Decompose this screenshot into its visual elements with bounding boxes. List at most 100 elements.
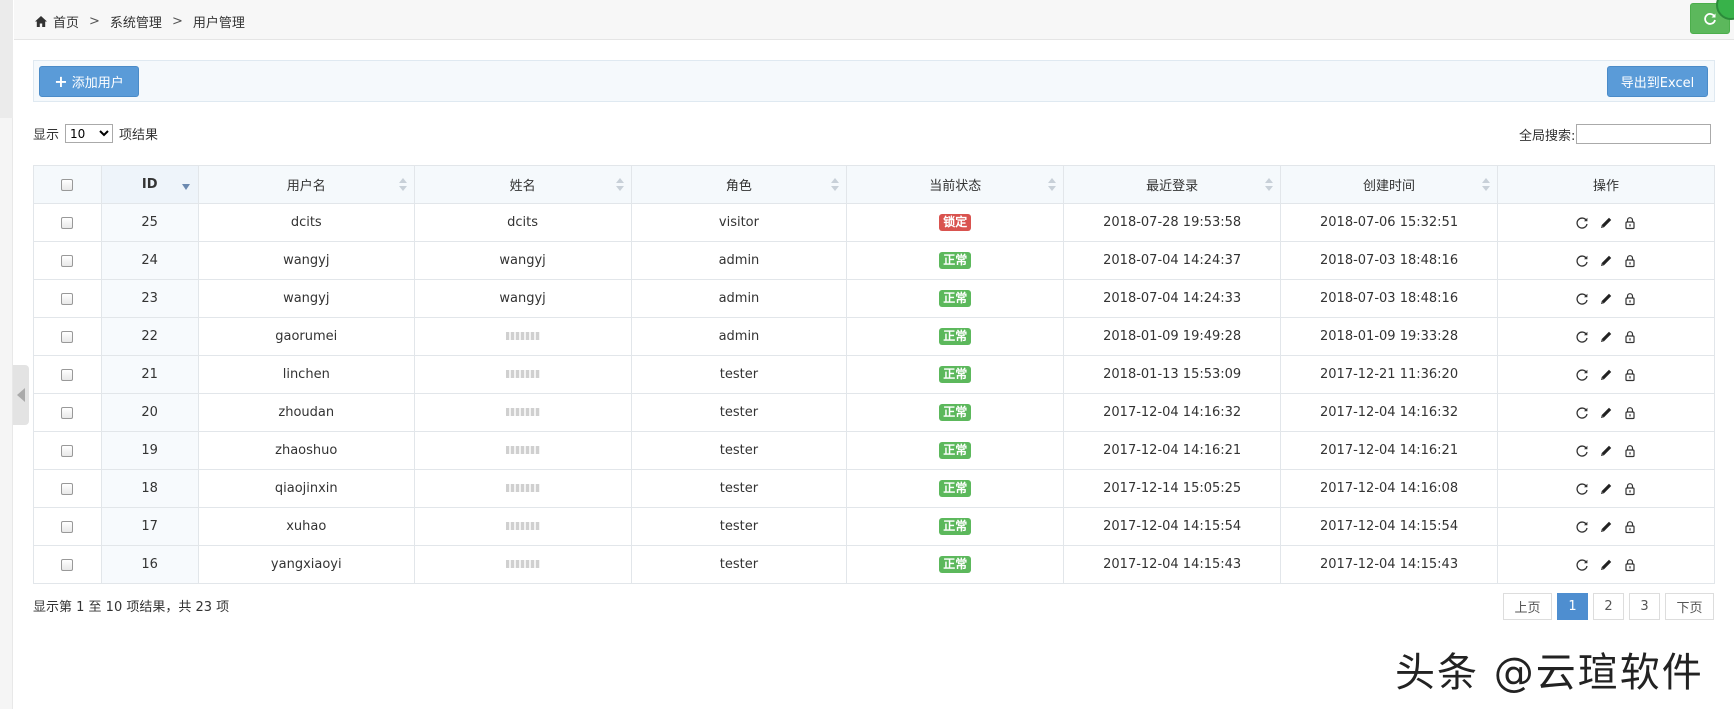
pencil-icon[interactable] xyxy=(1598,481,1614,497)
sort-icon xyxy=(398,178,407,192)
prev-page-button[interactable]: 上页 xyxy=(1503,593,1552,620)
row-checkbox[interactable] xyxy=(61,406,74,419)
created-cell: 2017-12-21 11:36:20 xyxy=(1280,355,1498,394)
column-header-name[interactable]: 姓名 xyxy=(413,165,632,204)
row-actions xyxy=(1498,367,1714,383)
select-all-header xyxy=(33,165,102,204)
search-input[interactable] xyxy=(1576,124,1712,144)
last-login-cell: 2017-12-04 14:16:32 xyxy=(1063,393,1282,432)
reset-icon[interactable] xyxy=(1574,519,1590,535)
pencil-icon[interactable] xyxy=(1598,291,1614,307)
lock-icon[interactable] xyxy=(1622,253,1638,269)
id-cell: 24 xyxy=(100,241,199,280)
column-header-id[interactable]: ID xyxy=(100,165,199,204)
table-row[interactable]: 16 yangxiaoyi tester 正常 2017-12-04 14:15:43 2… xyxy=(33,545,1715,584)
page-button[interactable]: 1 xyxy=(1557,593,1588,620)
username-cell: xuhao xyxy=(197,507,415,546)
actions-cell xyxy=(1497,507,1715,546)
row-actions xyxy=(1498,443,1714,459)
pencil-icon[interactable] xyxy=(1598,215,1614,231)
role-cell: visitor xyxy=(630,203,848,242)
reset-icon[interactable] xyxy=(1574,481,1590,497)
page-length-select[interactable]: 10 xyxy=(65,124,114,143)
lock-icon[interactable] xyxy=(1622,291,1638,307)
plus-icon: + xyxy=(54,72,68,91)
export-excel-button[interactable]: 导出到Excel xyxy=(1607,66,1708,97)
row-checkbox[interactable] xyxy=(61,216,74,229)
reset-icon[interactable] xyxy=(1574,557,1590,573)
reset-icon[interactable] xyxy=(1574,253,1590,269)
reset-icon[interactable] xyxy=(1574,291,1590,307)
page-button[interactable]: 2 xyxy=(1593,593,1624,620)
lock-icon[interactable] xyxy=(1622,481,1638,497)
pencil-icon[interactable] xyxy=(1598,443,1614,459)
name-cell xyxy=(413,431,632,470)
breadcrumb-system[interactable]: 系统管理 xyxy=(110,12,162,31)
column-header-created[interactable]: 创建时间 xyxy=(1280,165,1498,204)
role-cell: tester xyxy=(630,545,848,584)
table-row[interactable]: 17 xuhao tester 正常 2017-12-04 14:15:54 2017-1… xyxy=(33,507,1715,546)
id-cell: 25 xyxy=(100,203,199,242)
next-page-button[interactable]: 下页 xyxy=(1665,593,1714,620)
global-search: 全局搜索: xyxy=(1519,124,1712,144)
lock-icon[interactable] xyxy=(1622,443,1638,459)
table-row[interactable]: 20 zhoudan tester 正常 2017-12-04 14:16:32 2017… xyxy=(33,393,1715,432)
row-checkbox[interactable] xyxy=(61,292,74,305)
row-checkbox[interactable] xyxy=(61,254,74,267)
pencil-icon[interactable] xyxy=(1598,329,1614,345)
column-header-last-login[interactable]: 最近登录 xyxy=(1063,165,1282,204)
add-user-button[interactable]: + 添加用户 xyxy=(39,66,139,97)
created-cell: 2018-07-06 15:32:51 xyxy=(1280,203,1498,242)
column-header-username[interactable]: 用户名 xyxy=(197,165,415,204)
row-actions xyxy=(1498,253,1714,269)
reset-icon[interactable] xyxy=(1574,367,1590,383)
row-checkbox[interactable] xyxy=(61,520,74,533)
column-header-role[interactable]: 角色 xyxy=(630,165,848,204)
table-row[interactable]: 24 wangyj wangyj admin 正常 2018-07-04 14:24:37… xyxy=(33,241,1715,280)
table-row[interactable]: 23 wangyj wangyj admin 正常 2018-07-04 14:24:33… xyxy=(33,279,1715,318)
breadcrumb-home[interactable]: 首页 xyxy=(53,12,79,31)
role-cell: tester xyxy=(630,355,848,394)
sidebar-collapse-handle[interactable] xyxy=(13,365,29,425)
lock-icon[interactable] xyxy=(1622,367,1638,383)
column-label: 最近登录 xyxy=(1146,179,1199,194)
lock-icon[interactable] xyxy=(1622,405,1638,421)
row-actions xyxy=(1498,405,1714,421)
select-all-checkbox[interactable] xyxy=(61,178,74,191)
status-cell: 锁定 xyxy=(846,203,1065,242)
row-actions xyxy=(1498,481,1714,497)
role-cell: tester xyxy=(630,469,848,508)
column-header-status[interactable]: 当前状态 xyxy=(846,165,1065,204)
lock-icon[interactable] xyxy=(1622,329,1638,345)
reset-icon[interactable] xyxy=(1574,329,1590,345)
reset-icon[interactable] xyxy=(1574,405,1590,421)
name-text: wangyj xyxy=(499,291,546,306)
table-row[interactable]: 21 linchen tester 正常 2018-01-13 15:53:09 2017… xyxy=(33,355,1715,394)
actions-cell xyxy=(1497,203,1715,242)
row-checkbox[interactable] xyxy=(61,330,74,343)
id-cell: 18 xyxy=(100,469,199,508)
table-row[interactable]: 18 qiaojinxin tester 正常 2017-12-14 15:05:25 2… xyxy=(33,469,1715,508)
table-row[interactable]: 25 dcits dcits visitor 锁定 2018-07-28 19:53:58… xyxy=(33,203,1715,242)
row-checkbox[interactable] xyxy=(61,558,74,571)
pencil-icon[interactable] xyxy=(1598,405,1614,421)
pencil-icon[interactable] xyxy=(1598,253,1614,269)
reset-icon[interactable] xyxy=(1574,215,1590,231)
row-checkbox[interactable] xyxy=(61,368,74,381)
pencil-icon[interactable] xyxy=(1598,519,1614,535)
row-checkbox[interactable] xyxy=(61,482,74,495)
reset-icon[interactable] xyxy=(1574,443,1590,459)
status-cell: 正常 xyxy=(846,393,1065,432)
page-button[interactable]: 3 xyxy=(1629,593,1660,620)
row-checkbox[interactable] xyxy=(61,444,74,457)
lock-icon[interactable] xyxy=(1622,519,1638,535)
table-row[interactable]: 19 zhaoshuo tester 正常 2017-12-04 14:16:21 201… xyxy=(33,431,1715,470)
pencil-icon[interactable] xyxy=(1598,557,1614,573)
pencil-icon[interactable] xyxy=(1598,367,1614,383)
lock-icon[interactable] xyxy=(1622,215,1638,231)
lock-icon[interactable] xyxy=(1622,557,1638,573)
last-login-cell: 2017-12-04 14:15:43 xyxy=(1063,545,1282,584)
status-cell: 正常 xyxy=(846,279,1065,318)
table-row[interactable]: 22 gaorumei admin 正常 2018-01-09 19:49:28 2018… xyxy=(33,317,1715,356)
actions-cell xyxy=(1497,545,1715,584)
